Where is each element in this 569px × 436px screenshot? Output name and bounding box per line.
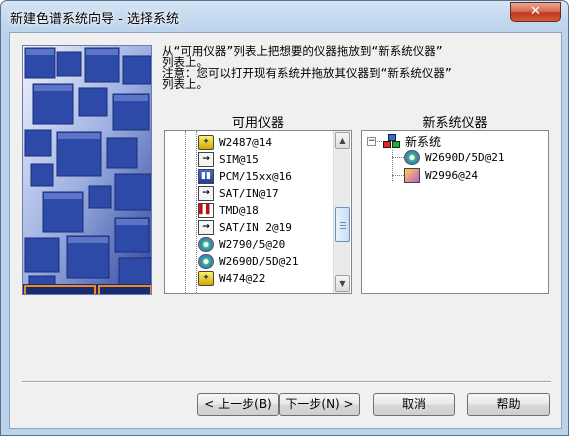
list-item[interactable]: → SAT/IN@17 [198,185,279,201]
separator-line [22,381,551,383]
tree-line [392,157,404,158]
available-instruments-title: 可用仪器 [231,116,284,131]
new-system-instruments-title: 新系统仪器 [422,116,488,131]
instrument-label: W2487@14 [219,135,272,149]
tree-line [196,131,197,293]
list-item[interactable]: W2690D/5D@21 [198,253,298,269]
instrument-label: SAT/IN@17 [219,186,279,200]
next-button[interactable]: 下一步(N) > [279,393,360,416]
grip-line [340,222,346,223]
title-bar[interactable]: 新建色谱系统向导 - 选择系统 ✕ [1,1,569,33]
list-item[interactable]: → SIM@15 [198,151,259,167]
list-item[interactable]: W2790/5@20 [198,236,285,252]
system-icon [383,133,401,149]
tree-child-item[interactable]: W2996@24 [404,167,478,183]
tree-root-item[interactable]: 新系统 [383,133,441,149]
tree-child-item[interactable]: W2690D/5D@21 [404,149,504,165]
instruction-line: 列表上。 [162,77,208,91]
list-item[interactable]: → SAT/IN 2@19 [198,219,292,235]
arrow-icon: → [198,219,214,235]
arrow-icon: → [198,185,214,201]
tree-line [185,131,186,293]
instruction-line: 从“可用仪器”列表上把想要的仪器拖放到“新系统仪器” [162,44,443,58]
available-instruments-list[interactable]: ✦ W2487@14 → SIM@15 ▮▮ PCM/15xx@16 → SAT… [164,130,352,294]
instrument-label: W2690D/5D@21 [219,254,299,268]
instrument-label: PCM/15xx@16 [219,169,292,183]
help-button[interactable]: 帮助 [467,393,550,416]
list-item[interactable]: ✦ W474@22 [198,270,265,286]
back-button[interactable]: < 上一步(B) [197,393,279,416]
grip-line [340,228,346,229]
instrument-label: TMD@18 [219,203,259,217]
tree-line [377,141,382,142]
instrument-label: W2690D/5D@21 [425,150,505,164]
wizard-window: 新建色谱系统向导 - 选择系统 ✕ 从“可用仪器”列表上把想要的仪器拖放到“新系… [0,0,569,436]
vertical-scrollbar[interactable]: ▲ ▼ [333,131,350,293]
cubes-illustration [23,46,151,294]
list-item[interactable]: ▮▮ PCM/15xx@16 [198,168,292,184]
arrow-icon: → [198,151,214,167]
tree-line [392,150,393,181]
disc-icon [404,149,420,165]
tree-root-label: 新系统 [405,134,442,149]
pda-icon [404,167,420,183]
scroll-up-button[interactable]: ▲ [335,132,350,149]
bulb-icon: ✦ [198,270,214,286]
instruction-line: 注意：您可以打开现有系统并拖放其仪器到“新系统仪器” [162,66,452,80]
instrument-label: SAT/IN 2@19 [219,220,292,234]
disc-icon [198,253,214,269]
disc-icon [198,236,214,252]
chart-icon: ▌▌ [198,202,214,218]
tree-line [392,175,404,176]
client-area: 从“可用仪器”列表上把想要的仪器拖放到“新系统仪器” 列表上。 注意：您可以打开… [9,32,562,429]
instrument-label: SIM@15 [219,152,259,166]
scroll-down-button[interactable]: ▼ [335,275,350,292]
instructions-text: 从“可用仪器”列表上把想要的仪器拖放到“新系统仪器” 列表上。 注意：您可以打开… [162,44,552,91]
instrument-label: W2790/5@20 [219,237,286,251]
window-title: 新建色谱系统向导 - 选择系统 [10,12,179,27]
close-button[interactable]: ✕ [510,2,561,22]
pump-icon: ▮▮ [198,168,214,184]
cancel-button[interactable]: 取消 [373,393,455,416]
instrument-label: W2996@24 [425,168,478,182]
list-item[interactable]: ▌▌ TMD@18 [198,202,259,218]
instrument-label: W474@22 [219,271,266,285]
list-item[interactable]: ✦ W2487@14 [198,134,272,150]
bulb-icon: ✦ [198,134,214,150]
grip-line [340,225,346,226]
scrollbar-thumb[interactable] [335,207,350,242]
tree-collapse-toggle[interactable]: − [367,137,376,146]
wizard-banner-image [22,45,152,295]
new-system-instruments-tree[interactable]: − 新系统 W2690D/5D@21 W2996@24 [361,130,549,294]
